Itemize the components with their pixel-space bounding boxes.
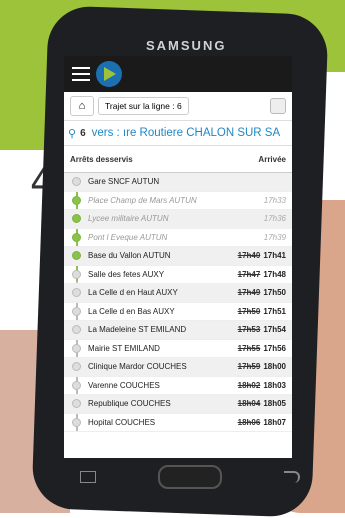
scheduled-time: 17h53: [237, 325, 261, 335]
menu-icon[interactable]: [72, 67, 90, 81]
stop-times: 17h40 17h41: [238, 251, 286, 260]
actual-time: 17h48: [263, 269, 286, 279]
stop-name: Clinique Mardor COUCHES: [88, 362, 187, 372]
passed-time: 17h36: [263, 214, 286, 224]
stop-dot-icon: [72, 306, 81, 316]
recent-apps-icon[interactable]: [80, 471, 96, 483]
stop-times: 18h04 18h05: [238, 399, 286, 408]
stop-times: 17h39: [264, 233, 286, 242]
stop-name: La Madeleine ST EMILAND: [88, 325, 187, 335]
actual-time: 18h03: [263, 380, 286, 390]
stop-times: 17h47 17h48: [238, 270, 286, 279]
scheduled-time: 17h49: [237, 288, 261, 298]
stop-times: 18h02 18h03: [238, 381, 286, 390]
map-pin-icon: ⚲: [68, 127, 77, 140]
stop-row[interactable]: Pont l Eveque AUTUN 17h39: [64, 229, 292, 247]
stop-times: 17h36: [264, 214, 286, 223]
stop-dot-icon: [72, 195, 81, 205]
home-icon[interactable]: ⌂: [70, 96, 94, 116]
stop-name: La Celle d en Haut AUXY: [88, 288, 178, 298]
actual-time: 18h00: [263, 362, 286, 372]
stop-name: Republique COUCHES: [88, 399, 171, 409]
stop-row[interactable]: Hopital COUCHES 18h06 18h07: [64, 414, 292, 432]
stop-dot-icon: [72, 380, 81, 390]
actual-time: 17h56: [263, 343, 286, 353]
stop-name: La Celle d en Bas AUXY: [88, 306, 175, 316]
breadcrumb-line[interactable]: Trajet sur la ligne : 6: [98, 97, 189, 115]
route-title: vers : ıre Routiere CHALON SUR SA: [91, 127, 281, 139]
home-button[interactable]: [158, 465, 222, 489]
stop-row[interactable]: Lycee militaire AUTUN 17h36: [64, 210, 292, 229]
scheduled-time: 18h02: [237, 380, 261, 390]
stop-dot-icon: [72, 343, 81, 353]
stop-times: 17h53 17h54: [238, 325, 286, 334]
stop-row[interactable]: La Madeleine ST EMILAND 17h53 17h54: [64, 321, 292, 340]
stop-times: 17h59 18h00: [238, 362, 286, 371]
stop-name: Mairie ST EMILAND: [88, 343, 160, 353]
stop-list: Gare SNCF AUTUN Place Champ de Mars AUTUN…: [64, 173, 292, 432]
scheduled-time: 17h50: [237, 306, 261, 316]
actual-time: 17h54: [263, 325, 286, 335]
actual-time: 17h51: [263, 306, 286, 316]
stop-row[interactable]: Republique COUCHES 18h04 18h05: [64, 395, 292, 414]
phone-brand: SAMSUNG: [146, 38, 227, 53]
passed-time: 17h39: [263, 232, 286, 242]
stop-row[interactable]: Mairie ST EMILAND 17h55 17h56: [64, 340, 292, 358]
actual-time: 18h05: [263, 399, 286, 409]
settings-icon[interactable]: [270, 98, 286, 114]
stop-times: 17h50 17h51: [238, 307, 286, 316]
stop-row[interactable]: Salle des fetes AUXY 17h47 17h48: [64, 266, 292, 284]
stop-dot-icon: [72, 288, 81, 298]
route-header: ⚲ 6 vers : ıre Routiere CHALON SUR SA: [64, 121, 292, 146]
stop-row[interactable]: Gare SNCF AUTUN: [64, 173, 292, 192]
stop-row[interactable]: La Celle d en Haut AUXY 17h49 17h50: [64, 284, 292, 303]
app-logo: [96, 61, 122, 87]
stop-dot-icon: [72, 325, 81, 335]
stop-times: 17h33: [264, 196, 286, 205]
stop-dot-icon: [72, 417, 81, 427]
table-header: Arrêts desservis Arrivée: [64, 146, 292, 173]
stop-row[interactable]: La Celle d en Bas AUXY 17h50 17h51: [64, 303, 292, 321]
stop-dot-icon: [72, 269, 81, 279]
scheduled-time: 17h47: [237, 269, 261, 279]
actual-time: 17h50: [263, 288, 286, 298]
stop-times: 17h55 17h56: [238, 344, 286, 353]
stop-name: Place Champ de Mars AUTUN: [88, 195, 197, 205]
phone-nav-bar: [80, 462, 300, 492]
stop-name: Base du Vallon AUTUN: [88, 251, 171, 261]
stop-name: Salle des fetes AUXY: [88, 269, 165, 279]
stop-row[interactable]: Varenne COUCHES 18h02 18h03: [64, 377, 292, 395]
stop-row[interactable]: Place Champ de Mars AUTUN 17h33: [64, 192, 292, 210]
actual-time: 17h41: [263, 251, 286, 261]
scheduled-time: 17h59: [237, 362, 261, 372]
stop-name: Gare SNCF AUTUN: [88, 177, 160, 187]
stop-dot-icon: [72, 251, 81, 261]
stop-name: Varenne COUCHES: [88, 380, 160, 390]
scheduled-time: 17h55: [237, 343, 261, 353]
app-bar: [64, 56, 292, 92]
stop-name: Lycee militaire AUTUN: [88, 214, 169, 224]
stop-dot-icon: [72, 362, 81, 372]
breadcrumb: ⌂ Trajet sur la ligne : 6: [64, 92, 292, 121]
stop-row[interactable]: Base du Vallon AUTUN 17h40 17h41: [64, 247, 292, 266]
phone-screen: ⌂ Trajet sur la ligne : 6 ⚲ 6 vers : ıre…: [64, 56, 292, 458]
col-arrival: Arrivée: [258, 154, 286, 164]
stop-dot-icon: [72, 232, 81, 242]
stop-dot-icon: [72, 177, 81, 187]
col-stops: Arrêts desservis: [70, 154, 133, 164]
passed-time: 17h33: [263, 195, 286, 205]
stop-dot-icon: [72, 214, 81, 224]
stop-name: Hopital COUCHES: [88, 417, 156, 427]
stop-times: 18h06 18h07: [238, 418, 286, 427]
stop-name: Pont l Eveque AUTUN: [88, 232, 168, 242]
stop-row[interactable]: Clinique Mardor COUCHES 17h59 18h00: [64, 358, 292, 377]
route-number: 6: [80, 127, 86, 139]
stop-times: 17h49 17h50: [238, 288, 286, 297]
scheduled-time: 18h04: [237, 399, 261, 409]
scheduled-time: 17h40: [237, 251, 261, 261]
stop-dot-icon: [72, 399, 81, 409]
back-icon[interactable]: [284, 471, 300, 483]
scheduled-time: 18h06: [237, 417, 261, 427]
actual-time: 18h07: [263, 417, 286, 427]
